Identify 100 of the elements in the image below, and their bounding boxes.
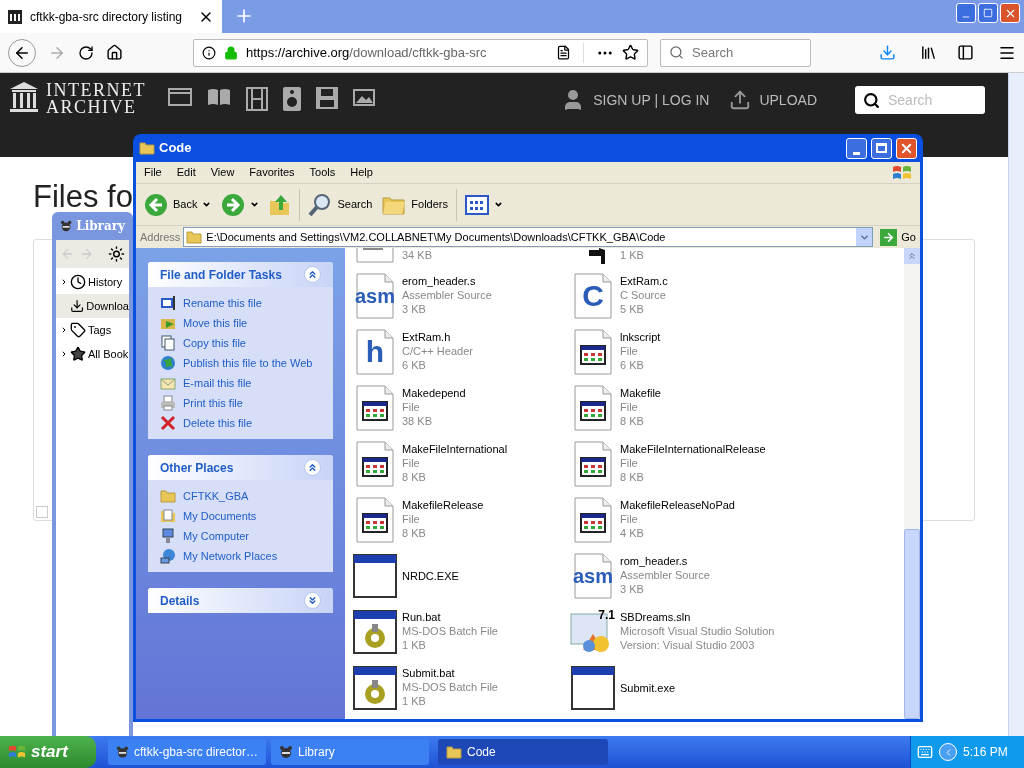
chevron-icon[interactable] bbox=[60, 350, 68, 358]
file-name[interactable]: MakefileRelease bbox=[402, 498, 484, 512]
chevron-icon[interactable] bbox=[60, 326, 68, 334]
reader-icon[interactable] bbox=[556, 45, 571, 60]
tag-icon bbox=[70, 322, 86, 338]
chevron-icon[interactable] bbox=[60, 278, 68, 286]
task-link[interactable]: My Computer bbox=[183, 527, 250, 545]
url-field[interactable]: https://archive.org/download/cftkk-gba-src bbox=[193, 38, 648, 67]
task-link[interactable]: Delete this file bbox=[183, 414, 253, 432]
back-button[interactable]: Back bbox=[142, 192, 214, 217]
library-item[interactable]: Downloa bbox=[56, 294, 129, 318]
close-button[interactable] bbox=[896, 137, 917, 159]
task-link[interactable]: My Documents bbox=[183, 507, 257, 525]
file-name[interactable]: rom_header.s bbox=[620, 554, 710, 568]
file-detail: C/C++ Header bbox=[402, 344, 473, 358]
file-detail: File bbox=[620, 512, 639, 526]
menu-item[interactable]: Help bbox=[350, 164, 373, 181]
file-name[interactable]: ExtRam.c bbox=[620, 274, 668, 288]
panel-title[interactable]: Details bbox=[160, 591, 200, 610]
menu-item[interactable]: Edit bbox=[176, 164, 196, 181]
image-icon[interactable] bbox=[353, 87, 377, 107]
task-link[interactable]: Print this file bbox=[183, 394, 243, 412]
file-name[interactable]: MakeFileInternational bbox=[402, 442, 508, 456]
taskbar-button[interactable]: Library bbox=[271, 739, 429, 765]
account-link[interactable]: SIGN UP | LOG IN bbox=[593, 89, 710, 111]
library-item[interactable]: History bbox=[56, 270, 129, 294]
file-detail: 34 KB bbox=[402, 248, 432, 262]
folders-button[interactable]: Folders bbox=[380, 193, 450, 216]
speaker-icon[interactable] bbox=[283, 87, 301, 111]
task-link[interactable]: Rename this file bbox=[183, 294, 262, 312]
file-name[interactable]: lnkscript bbox=[620, 330, 661, 344]
menu-item[interactable]: Tools bbox=[309, 164, 336, 181]
file-name[interactable]: Makedepend bbox=[402, 386, 466, 400]
page-scrollbar[interactable] bbox=[1008, 73, 1024, 736]
library-item[interactable]: All Book bbox=[56, 342, 129, 366]
book-icon[interactable] bbox=[207, 87, 231, 107]
views-icon bbox=[465, 194, 489, 215]
download-icon[interactable] bbox=[879, 44, 896, 61]
menu-item[interactable]: File bbox=[144, 164, 162, 181]
upload-link[interactable]: UPLOAD bbox=[759, 89, 817, 111]
film-icon[interactable] bbox=[246, 87, 268, 111]
maximize-button[interactable] bbox=[871, 137, 892, 159]
file-detail: 8 KB bbox=[620, 470, 645, 484]
minimize-button[interactable] bbox=[846, 137, 867, 159]
file-name[interactable]: MakeFileInternationalRelease bbox=[620, 442, 766, 456]
taskbar-button[interactable]: cftkk-gba-src director… bbox=[108, 739, 266, 765]
file-name[interactable]: Run.bat bbox=[402, 610, 498, 624]
collapse-button[interactable] bbox=[304, 266, 321, 283]
file-name[interactable]: ExtRam.h bbox=[402, 330, 473, 344]
logo-text: INTERNET bbox=[46, 82, 146, 99]
file-detail: File bbox=[620, 344, 639, 358]
task-link[interactable]: E-mail this file bbox=[183, 374, 252, 392]
clock-icon bbox=[70, 274, 86, 290]
taskbar-button[interactable]: Code bbox=[438, 739, 608, 765]
task-link[interactable]: CFTKK_GBA bbox=[183, 487, 249, 505]
web-icon[interactable] bbox=[168, 87, 192, 107]
sidebar-icon[interactable] bbox=[957, 44, 974, 61]
file-name[interactable]: NRDC.EXE bbox=[402, 569, 459, 583]
browser-tab[interactable]: cftkk-gba-src directory listing bbox=[0, 0, 222, 33]
file-name[interactable]: MakefileReleaseNoPad bbox=[620, 498, 735, 512]
task-link[interactable]: Copy this file bbox=[183, 334, 246, 352]
library-item[interactable]: Tags bbox=[56, 318, 129, 342]
scrollbar[interactable] bbox=[904, 248, 920, 719]
file-detail: 8 KB bbox=[402, 526, 427, 540]
task-link[interactable]: Move this file bbox=[183, 314, 248, 332]
close-button[interactable] bbox=[1000, 3, 1020, 23]
minimize-button[interactable] bbox=[956, 3, 976, 23]
file-name[interactable]: Makefile bbox=[620, 386, 661, 400]
file-name[interactable]: Submit.exe bbox=[620, 681, 676, 695]
file-detail: MS-DOS Batch File bbox=[402, 680, 498, 694]
keyboard-icon[interactable] bbox=[917, 744, 933, 760]
reload-icon[interactable] bbox=[78, 44, 94, 61]
home-icon[interactable] bbox=[106, 44, 123, 61]
gear-icon[interactable] bbox=[108, 245, 125, 263]
search-field[interactable]: Search bbox=[660, 38, 811, 67]
search-button[interactable]: Search bbox=[306, 192, 375, 217]
file-name[interactable]: erom_header.s bbox=[402, 274, 492, 288]
globe-icon bbox=[160, 355, 176, 371]
file-name[interactable]: SBDreams.sln bbox=[620, 610, 775, 624]
expand-tray-button[interactable] bbox=[939, 743, 957, 761]
double-chevron-icon bbox=[307, 462, 318, 473]
go-button[interactable]: Go bbox=[876, 228, 920, 246]
restore-button[interactable] bbox=[978, 3, 998, 23]
lock-icon bbox=[224, 45, 238, 60]
window-title: Library bbox=[76, 218, 125, 235]
archive-logo-icon bbox=[10, 82, 38, 112]
file-detail: Microsoft Visual Studio Solution bbox=[620, 624, 775, 638]
library-icon[interactable] bbox=[920, 44, 937, 61]
task-link[interactable]: Publish this file to the Web bbox=[183, 354, 313, 372]
collapse-button[interactable] bbox=[304, 592, 321, 609]
caret-icon bbox=[202, 200, 212, 209]
file-detail: 6 KB bbox=[402, 358, 427, 372]
task-link[interactable]: My Network Places bbox=[183, 547, 278, 565]
collapse-button[interactable] bbox=[304, 459, 321, 476]
menu-item[interactable]: Favorites bbox=[249, 164, 295, 181]
file-detail: 1 KB bbox=[402, 694, 427, 708]
printer-icon bbox=[160, 395, 176, 411]
file-name[interactable]: Submit.bat bbox=[402, 666, 498, 680]
star-icon[interactable] bbox=[622, 44, 639, 61]
menu-item[interactable]: View bbox=[210, 164, 235, 181]
